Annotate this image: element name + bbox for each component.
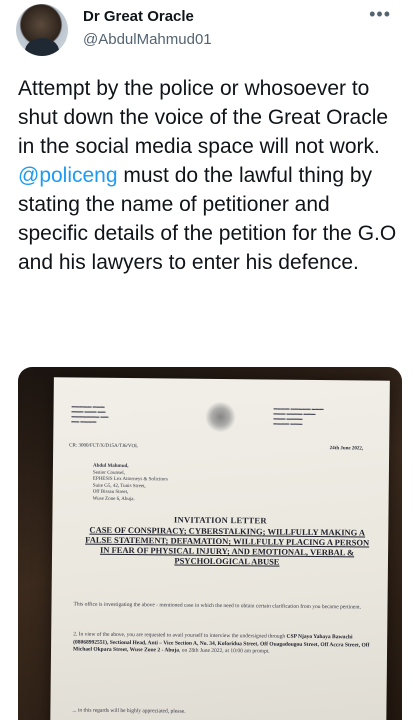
reference-number: CR: 3000/FCT/X/D15A/TJ6/VOL	[69, 443, 139, 450]
ellipsis-icon[interactable]: •••	[369, 4, 391, 25]
invitation-letter-photo: ▬▬▬▬▬ ▬▬▬ ▬▬▬ ▬▬▬ ▬▬ ▬▬▬▬▬▬▬ ▬▬ ▬▬ ▬▬▬▬ ▬▬▬…	[50, 377, 390, 720]
recipient-address: Abdul Mahmud, Senior Counsel, EPHESIS Le…	[93, 464, 168, 504]
tweet-media-image[interactable]: ▬▬▬▬▬ ▬▬▬ ▬▬▬ ▬▬▬ ▬▬ ▬▬▬▬▬▬▬ ▬▬ ▬▬ ▬▬▬▬ ▬▬▬…	[18, 367, 402, 720]
mention-link[interactable]: @policeng	[18, 164, 118, 187]
case-heading: CASE OF CONSPIRACY; CYBERSTALKING; WILLF…	[85, 524, 370, 567]
letter-paragraph-3: ... in this regards will be highly appre…	[72, 707, 186, 715]
coat-of-arms-seal	[205, 400, 236, 434]
letterhead-left: ▬▬▬▬▬ ▬▬▬ ▬▬▬ ▬▬▬ ▬▬ ▬▬▬▬▬▬▬ ▬▬ ▬▬ ▬▬▬▬	[71, 403, 109, 424]
letter-paragraph-1: This office is investigating the above -…	[73, 601, 362, 611]
avatar[interactable]	[16, 4, 68, 56]
tweet-text-part-1: Attempt by the police or whosoever to sh…	[18, 77, 389, 158]
letter-paragraph-2: 2. In view of the above, you are request…	[73, 631, 373, 657]
tweet-header: Dr Great Oracle @AbdulMahmud01 •••	[0, 0, 413, 62]
tweet-text: Attempt by the police or whosoever to sh…	[18, 74, 403, 277]
user-handle[interactable]: @AbdulMahmud01	[83, 31, 212, 48]
paragraph-2-end: , on 28th June 2022, at 10:00 am prompt.	[179, 647, 270, 655]
recipient-line: Wuse Zone 6, Abuja.	[92, 496, 135, 502]
letterhead-right: ▬▬▬▬ ▬▬▬▬▬ ▬▬▬ ▬▬▬ ▬▬▬▬ ▬▬▬ ▬▬▬ ▬▬▬▬ ▬▬▬▬ ▬…	[273, 405, 324, 426]
letter-date: 24th June 2022,	[329, 446, 364, 452]
display-name[interactable]: Dr Great Oracle	[83, 8, 194, 25]
